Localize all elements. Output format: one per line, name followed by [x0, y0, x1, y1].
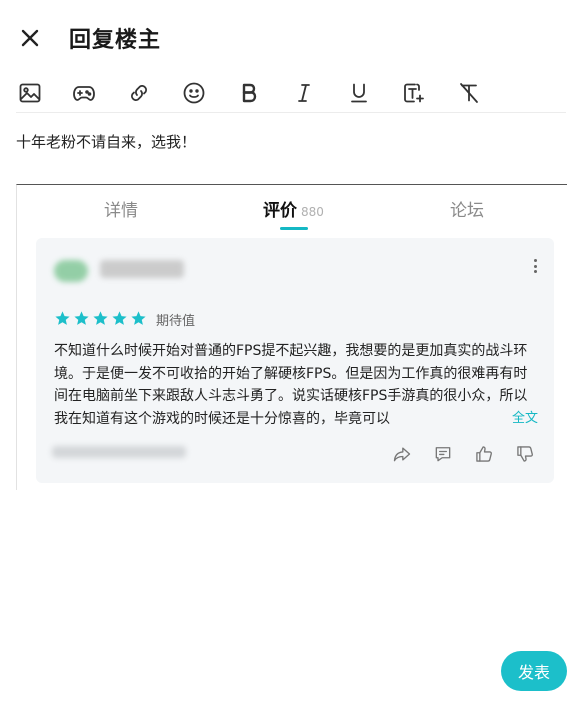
star-icon [131, 311, 146, 325]
card-tabs: 详情 评价 880 论坛 [16, 186, 567, 230]
star-icon [55, 311, 70, 325]
tab-reviews-label: 评价 [263, 201, 297, 221]
more-icon [533, 259, 537, 262]
format-toolbar [0, 76, 583, 112]
text-size-button[interactable] [399, 78, 429, 108]
italic-icon [298, 84, 310, 102]
star-icon [74, 311, 89, 325]
username-redacted [100, 260, 184, 278]
tab-reviews-count: 880 [301, 205, 324, 219]
header: 回复楼主 [0, 0, 583, 76]
reply-editor[interactable]: 十年老粉不请自来，选我！ [16, 131, 566, 152]
toolbar-divider [16, 112, 566, 113]
review-card[interactable]: 期待值 不知道什么时候开始对普通的FPS提不起兴趣，我想要的是更加真实的战斗环境… [36, 238, 554, 483]
tab-details-label: 详情 [104, 201, 138, 221]
clear-format-button[interactable] [454, 78, 484, 108]
share-icon [393, 447, 411, 462]
underline-icon [351, 83, 367, 103]
comment-button[interactable] [431, 442, 455, 466]
like-button[interactable] [472, 442, 496, 466]
tab-forum-label: 论坛 [450, 201, 484, 221]
thumbs-up-icon [476, 446, 492, 462]
tab-forum[interactable]: 论坛 [450, 196, 484, 221]
text-size-icon [404, 83, 424, 103]
insert-game-button[interactable] [69, 78, 99, 108]
insert-link-button[interactable] [124, 78, 154, 108]
image-icon [19, 83, 41, 103]
thumbs-down-icon [517, 446, 533, 462]
gamepad-icon [73, 86, 95, 101]
italic-button[interactable] [289, 78, 319, 108]
link-icon [131, 85, 147, 101]
tab-details[interactable]: 详情 [104, 196, 138, 221]
share-button[interactable] [390, 442, 414, 466]
bold-icon [242, 83, 257, 103]
tab-reviews[interactable]: 评价 880 [263, 196, 324, 221]
full-text-link[interactable]: 全文 [506, 407, 539, 426]
star-rating [54, 310, 147, 327]
review-text: 不知道什么时候开始对普通的FPS提不起兴趣，我想要的是更加真实的战斗环境。于是便… [54, 343, 528, 427]
dislike-button[interactable] [513, 442, 537, 466]
submit-button[interactable]: 发表 [501, 651, 567, 691]
more-options-button[interactable] [530, 256, 540, 276]
active-tab-indicator [280, 227, 308, 230]
close-icon [21, 29, 39, 47]
clear-format-icon [460, 83, 478, 103]
star-icon [112, 311, 127, 325]
close-button[interactable] [16, 24, 44, 52]
bold-button[interactable] [234, 78, 264, 108]
avatar[interactable] [54, 260, 88, 282]
underline-button[interactable] [344, 78, 374, 108]
emoji-icon [183, 82, 205, 104]
rating-label: 期待值 [156, 314, 196, 329]
insert-emoji-button[interactable] [179, 78, 209, 108]
review-meta-redacted [52, 446, 186, 458]
star-icon [93, 311, 108, 325]
insert-image-button[interactable] [15, 78, 45, 108]
page-title: 回复楼主 [69, 28, 162, 53]
comment-icon [435, 447, 451, 462]
